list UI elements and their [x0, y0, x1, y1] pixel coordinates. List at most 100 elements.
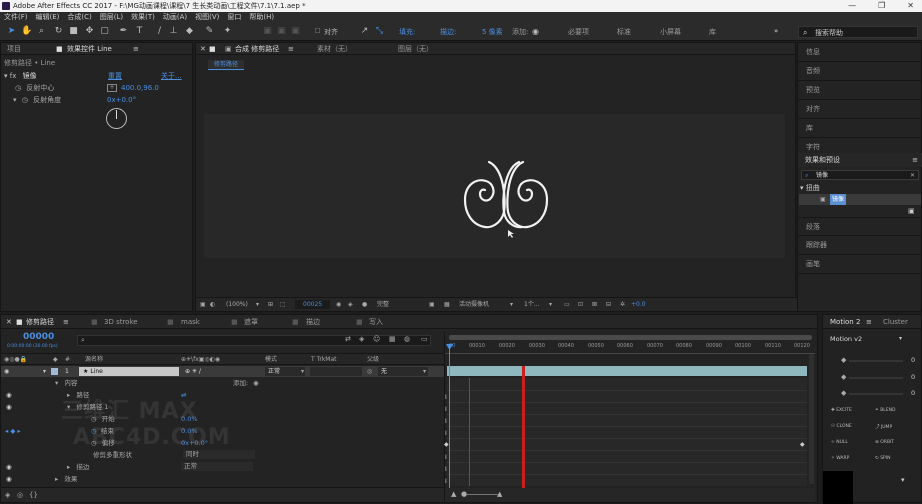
prop-contents[interactable]: ▾ 内容 添加: ◉: [55, 377, 445, 389]
effects-search-box[interactable]: ⌕ 镜像 ✕: [801, 170, 919, 180]
close-tab-icon[interactable]: ✕: [6, 315, 12, 327]
slider-handle-icon[interactable]: ◆: [841, 373, 846, 381]
label-color-swatch[interactable]: [51, 368, 58, 375]
comp-lock-icon[interactable]: ■: [16, 315, 23, 327]
expand-arrow-icon[interactable]: ▾: [800, 184, 804, 192]
menu-layer[interactable]: 图层(L): [96, 12, 127, 23]
trkmat-dropdown[interactable]: [310, 367, 362, 376]
panel-preview[interactable]: 预览: [798, 81, 922, 100]
channel-icon[interactable]: ●: [362, 298, 367, 311]
pen-tool-icon[interactable]: ✒: [118, 26, 129, 37]
expand-arrow-icon[interactable]: ▸: [55, 475, 58, 483]
panel-libraries[interactable]: 库: [798, 119, 922, 138]
comp-mini-flowchart-icon[interactable]: ⇄: [345, 335, 351, 343]
keyframe-diamond-icon[interactable]: ◆: [800, 441, 805, 448]
snap-target-icon[interactable]: ⤡: [374, 26, 385, 37]
excite-button[interactable]: ✚ EXCITE: [831, 408, 852, 413]
tab-layer[interactable]: 图层（无）: [398, 43, 433, 55]
show-snapshot-icon[interactable]: ◈: [348, 298, 353, 311]
vertical-scrollbar[interactable]: [809, 354, 814, 484]
visibility-eye-icon[interactable]: ◉: [6, 461, 12, 473]
visibility-eye-icon[interactable]: ◉: [6, 389, 12, 401]
panel-menu-icon[interactable]: ≡: [133, 43, 139, 55]
views-dropdown-arrow-icon[interactable]: ▾: [549, 298, 552, 311]
region-icon[interactable]: ◐: [210, 298, 215, 311]
grid-icon[interactable]: ⬚: [280, 298, 286, 311]
close-tab-icon[interactable]: ✕: [200, 43, 206, 55]
pickwhip-icon[interactable]: ◎: [367, 366, 372, 377]
views-dropdown[interactable]: 1个...: [524, 298, 540, 311]
parent-header[interactable]: 父级: [367, 354, 379, 365]
hand-tool-icon[interactable]: ✋: [21, 26, 32, 37]
zoom-out-icon[interactable]: ▲: [451, 488, 456, 500]
tab-close-icon[interactable]: ■: [231, 315, 238, 327]
panel-brushes[interactable]: 画笔: [798, 255, 922, 274]
keyframe-marker-icon[interactable]: I: [445, 394, 447, 401]
stroke-mode-dropdown[interactable]: 正常: [181, 462, 253, 471]
motion-dropdown-arrow-icon[interactable]: ▾: [899, 335, 902, 342]
tab-timeline-stroke[interactable]: 描边: [306, 315, 320, 327]
panel-menu-icon[interactable]: ≡: [63, 315, 69, 327]
keyframe-marker-icon[interactable]: I: [445, 466, 447, 473]
trkmat-header[interactable]: T TrkMat: [311, 354, 337, 365]
type-tool-icon[interactable]: T: [134, 26, 145, 37]
slider-handle-icon[interactable]: ◆: [841, 356, 846, 364]
always-preview-icon[interactable]: ▣: [200, 298, 206, 311]
menu-file[interactable]: 文件(F): [0, 12, 32, 23]
add-shape-icon[interactable]: ◉: [253, 377, 259, 389]
comp-lock-icon[interactable]: ■: [209, 43, 216, 55]
view-axis-icon[interactable]: ▣: [290, 26, 301, 37]
stopwatch-icon[interactable]: ◷: [15, 84, 21, 92]
expand-stretch-icon[interactable]: {}: [29, 488, 38, 502]
exposure-reset-icon[interactable]: ✲: [620, 298, 625, 311]
visibility-eye-icon[interactable]: ◉: [6, 401, 12, 413]
camera-tool-icon[interactable]: ■: [68, 26, 79, 37]
expand-arrow-icon[interactable]: ▾: [13, 96, 17, 104]
zoom-dropdown-arrow-icon[interactable]: ▾: [256, 298, 259, 311]
tab-motion-2[interactable]: Motion 2: [830, 315, 860, 327]
zoom-dropdown[interactable]: (100%): [226, 298, 248, 311]
menu-window[interactable]: 窗口: [223, 12, 245, 23]
tab-timeline-mask[interactable]: mask: [181, 315, 200, 327]
tab-timeline-write[interactable]: 写入: [369, 315, 383, 327]
roi-icon[interactable]: ▣: [429, 298, 435, 311]
panel-info[interactable]: 信息: [798, 43, 922, 62]
expand-arrow-icon[interactable]: ▾: [55, 379, 58, 387]
mode-header[interactable]: 模式: [265, 354, 277, 365]
snap-checkbox-icon[interactable]: ☐: [312, 26, 323, 37]
panel-audio[interactable]: 音频: [798, 62, 922, 81]
expand-arrow-icon[interactable]: ▸: [67, 463, 70, 471]
fast-preview-icon[interactable]: ⊡: [578, 298, 583, 311]
keyframe-marker-icon[interactable]: I: [445, 478, 447, 485]
menu-composition[interactable]: 合成(C): [63, 12, 95, 23]
stroke-width-value[interactable]: 5 像素: [482, 27, 503, 37]
layer-row-line[interactable]: ◉ ▾ 1 ★ Line ⊕ ✳ / 正常 ▾ ◎ 无 ▾: [1, 366, 444, 377]
jump-button[interactable]: ⤴ JUMP: [875, 424, 892, 430]
tab-close-icon[interactable]: ■: [167, 315, 174, 327]
warp-button[interactable]: ✧ WARP: [831, 456, 849, 461]
current-time-indicator[interactable]: [449, 344, 450, 489]
new-folder-icon[interactable]: ▣: [908, 207, 915, 215]
help-search-box[interactable]: ⌕ 搜索帮助: [798, 26, 918, 38]
prop-trim-multiple[interactable]: 修剪多重形状 同时: [93, 449, 443, 461]
clone-button[interactable]: ⚇ CLONE: [831, 424, 852, 429]
effect-result-mirror[interactable]: ▣ 镜像: [799, 194, 921, 205]
puppet-tool-icon[interactable]: ✦: [222, 26, 233, 37]
panel-tracker[interactable]: 跟踪器: [798, 236, 922, 255]
motion-slider-2[interactable]: ◆ 0: [829, 373, 919, 383]
selection-tool-icon[interactable]: ➤: [6, 26, 17, 37]
param-value[interactable]: 400.0,96.0: [121, 82, 159, 94]
category-distort[interactable]: ▾ 扭曲: [800, 182, 820, 194]
parent-dropdown[interactable]: 无: [378, 367, 428, 376]
timeline-icon[interactable]: ⊟: [606, 298, 611, 311]
eraser-tool-icon[interactable]: ◆: [184, 26, 195, 37]
close-button[interactable]: ✕: [907, 0, 914, 12]
effects-presets-title[interactable]: 效果和预设: [805, 156, 840, 164]
timeline-tracks[interactable]: 00 00010 00020 00030 00040 00050 00060 0…: [444, 332, 816, 502]
pan-behind-tool-icon[interactable]: ✥: [84, 26, 95, 37]
layer-name-field[interactable]: ★ Line: [79, 367, 179, 376]
effect-result-label[interactable]: 镜像: [830, 194, 847, 205]
keyframe-diamond-icon[interactable]: ◆: [444, 441, 449, 448]
workspace-standard[interactable]: 标准: [617, 27, 631, 37]
workspace-library[interactable]: 库: [709, 27, 716, 37]
